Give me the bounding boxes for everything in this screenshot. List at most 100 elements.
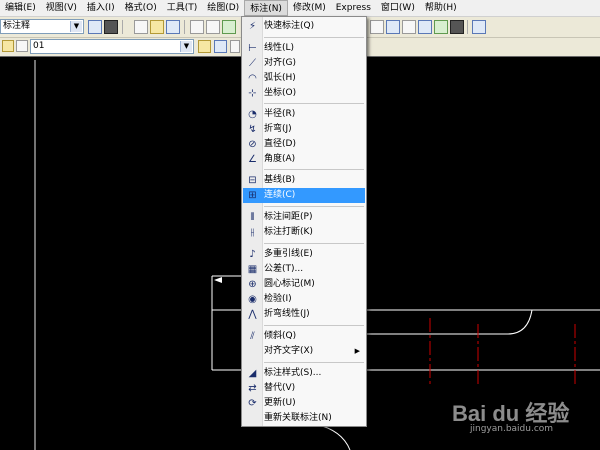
chevron-down-icon[interactable]: ▼ [70,21,82,32]
menu-format[interactable]: 格式(O) [120,0,162,16]
menu-separator [264,169,364,170]
menu-edit[interactable]: 编辑(E) [0,0,41,16]
menu-item-label: 公差(T)... [264,264,304,274]
menu-item-diameter[interactable]: ⊘ 直径(D) [243,137,365,152]
open-folder-icon[interactable] [150,20,164,34]
menu-item-align-text[interactable]: 对齐文字(X) ▶ [243,344,365,359]
menu-item-continue[interactable]: ⊞ 连续(C) [243,188,365,203]
layer-combo[interactable]: 01 ▼ [30,39,194,54]
menu-item-label: 倾斜(Q) [264,331,297,341]
menu-item-label: 快速标注(Q) [264,21,315,31]
tolerance-icon: ▦ [247,264,258,275]
menu-item-radius[interactable]: ◔ 半径(R) [243,107,365,122]
text-style-value: 标注释 [3,21,31,31]
update-icon: ⟳ [248,398,257,409]
menu-separator [264,362,364,363]
print-icon[interactable] [190,20,204,34]
menu-window[interactable]: 窗口(W) [376,0,420,16]
menu-separator [264,103,364,104]
text-style-manager-icon[interactable] [88,20,102,34]
menu-item-label: 对齐(G) [264,58,296,68]
menu-item-override[interactable]: ⇄ 替代(V) [243,381,365,396]
menu-item-label: 基线(B) [264,175,296,185]
sheet-set-icon[interactable] [418,20,432,34]
menu-item-dim-space[interactable]: ⫴ 标注间距(P) [243,210,365,225]
calculator-icon[interactable] [104,20,118,34]
menu-item-aligned[interactable]: ⟋ 对齐(G) [243,56,365,71]
help-icon[interactable] [472,20,486,34]
menu-separator [264,37,364,38]
menu-item-label: 圆心标记(M) [264,279,315,289]
menu-draw[interactable]: 绘图(D) [202,0,244,16]
menu-modify[interactable]: 修改(M) [288,0,331,16]
layer-previous-icon[interactable] [214,40,227,53]
toolbar-divider [122,20,123,34]
make-current-layer-icon[interactable] [198,40,211,53]
menu-item-center-mark[interactable]: ⊕ 圆心标记(M) [243,277,365,292]
jogged-icon: ↯ [248,124,257,135]
menu-item-label: 角度(A) [264,154,296,164]
new-file-icon[interactable] [134,20,148,34]
plot-preview-icon[interactable] [206,20,220,34]
dim-space-icon: ⫴ [250,212,255,223]
menu-item-label: 对齐文字(X) [264,346,314,356]
quick-calc-icon[interactable] [450,20,464,34]
menu-item-angular[interactable]: ∠ 角度(A) [243,152,365,167]
menu-item-quick-dimension[interactable]: ⚡ 快速标注(Q) [243,19,365,34]
menu-express[interactable]: Express [331,0,376,16]
menu-item-label: 重新关联标注(N) [264,413,332,423]
menu-item-dim-style[interactable]: ◢ 标注样式(S)... [243,366,365,381]
ordinate-icon: ⊹ [248,88,257,99]
multileader-icon: ♪ [249,249,256,260]
menu-item-inspection[interactable]: ◉ 检验(I) [243,292,365,307]
menu-insert[interactable]: 插入(I) [82,0,120,16]
menu-item-arc-length[interactable]: ◠ 弧长(H) [243,71,365,86]
menu-item-label: 多重引线(E) [264,249,313,259]
dimension-arrow [214,277,222,283]
dim-style-icon: ◢ [248,368,257,379]
markup-icon[interactable] [434,20,448,34]
continue-icon: ⊞ [248,190,257,201]
menu-item-jogged-linear[interactable]: ⋀ 折弯线性(J) [243,307,365,322]
toolbar-divider [467,20,468,34]
menu-item-label: 线性(L) [264,43,295,53]
menu-item-update[interactable]: ⟳ 更新(U) [243,396,365,411]
text-style-combo[interactable]: 标注释 ▼ [0,19,84,34]
menu-item-label: 折弯线性(J) [264,309,310,319]
menu-item-baseline[interactable]: ⊟ 基线(B) [243,173,365,188]
publish-icon[interactable] [222,20,236,34]
dim-break-icon: ⫲ [250,227,255,238]
menu-item-multileader[interactable]: ♪ 多重引线(E) [243,247,365,262]
menu-item-oblique[interactable]: ⫽ 倾斜(Q) [243,329,365,344]
menu-item-reassociate[interactable]: 重新关联标注(N) [243,411,365,426]
layer-value: 01 [33,41,45,51]
save-icon[interactable] [166,20,180,34]
layer-on-icon[interactable] [2,40,14,52]
menu-item-linear[interactable]: ⊢ 线性(L) [243,41,365,56]
menu-separator [264,325,364,326]
menu-item-tolerance[interactable]: ▦ 公差(T)... [243,262,365,277]
dimension-menu: ⚡ 快速标注(Q) ⊢ 线性(L) ⟋ 对齐(G) ◠ 弧长(H) ⊹ 坐标(O… [241,16,367,427]
menu-dimension[interactable]: 标注(N) [244,0,288,16]
properties-icon[interactable] [386,20,400,34]
menu-item-label: 标注样式(S)... [264,368,322,378]
tool-palette-icon[interactable] [402,20,416,34]
menu-item-label: 检验(I) [264,294,292,304]
inspection-icon: ◉ [248,294,257,305]
fillet-arc [507,309,533,335]
angular-icon: ∠ [248,154,257,165]
chevron-down-icon[interactable]: ▼ [180,41,192,52]
layer-states-icon[interactable] [230,40,240,53]
layer-freeze-icon[interactable] [16,40,28,52]
menu-item-label: 更新(U) [264,398,296,408]
design-center-icon[interactable] [370,20,384,34]
watermark-url: jingyan.baidu.com [470,424,554,434]
menu-tools[interactable]: 工具(T) [162,0,203,16]
menu-help[interactable]: 帮助(H) [420,0,462,16]
menu-item-label: 坐标(O) [264,88,297,98]
menu-view[interactable]: 视图(V) [41,0,82,16]
oblique-icon: ⫽ [250,331,255,342]
menu-item-ordinate[interactable]: ⊹ 坐标(O) [243,86,365,101]
menu-item-jogged[interactable]: ↯ 折弯(J) [243,122,365,137]
menu-item-dim-break[interactable]: ⫲ 标注打断(K) [243,225,365,240]
